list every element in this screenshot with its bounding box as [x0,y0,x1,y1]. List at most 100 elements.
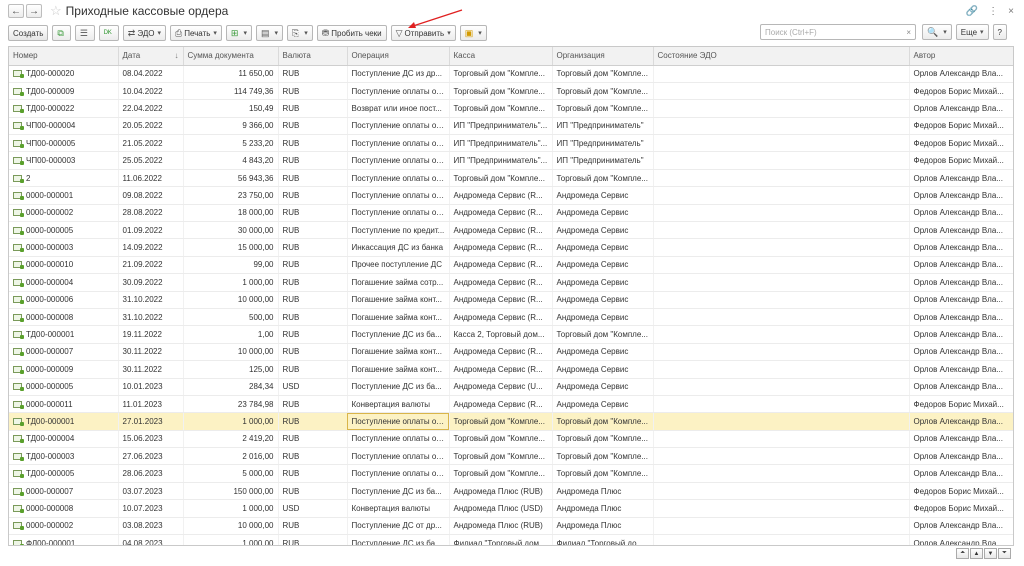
table-cell: 23 784,98 [183,395,279,414]
scroll-up-button[interactable]: ▲ [970,548,983,559]
table-cell: 11.06.2022 [118,169,184,188]
table-cell: Орлов Александр Вла... [909,291,1013,309]
table-cell: Возврат или иное пост... [347,99,450,118]
title-bar: ← → ☆ Приходные кассовые ордера 🔗 ⋮ × [0,0,1024,22]
table-row[interactable]: ТД00-000001 27.01.2023 1 000,00 RUB Поступле… [9,412,1013,431]
table-row[interactable]: 0000-000009 30.11.2022 125,00 RUB Погашение … [9,360,1013,379]
table-row[interactable]: 0000-000003 14.09.2022 15 000,00 RUB Инкасса… [9,238,1013,257]
search-input[interactable]: Поиск (Ctrl+F) × [760,24,916,40]
table-row[interactable]: ЧП00-000005 21.05.2022 5 233,20 RUB Поступле… [9,134,1013,153]
clear-icon[interactable]: × [906,28,911,37]
table-row[interactable]: ТД00-000009 10.04.2022 114 749,36 RUB Поступ… [9,82,1013,101]
column-header[interactable]: Автор [909,47,1013,66]
copy-button[interactable]: ⧉ [52,25,71,41]
scroll-down-button[interactable]: ▼ [984,548,997,559]
debit-credit-button[interactable]: ᴰᴷ [98,25,119,41]
table-cell [653,169,910,188]
table-row[interactable]: ТД00-000001 19.11.2022 1,00 RUB Поступление … [9,325,1013,344]
edo-button[interactable]: ⇄ ЭДО ▾ [122,25,166,41]
posted-document-icon [13,348,24,357]
table-cell: 15.06.2023 [118,430,184,449]
table-row[interactable]: 0000-000001 09.08.2022 23 750,00 RUB Поступл… [9,186,1013,205]
chevron-down-icon: ▾ [447,30,451,37]
more-vertical-icon[interactable]: ⋮ [988,6,998,17]
table-row[interactable]: 0000-000011 11.01.2023 23 784,98 RUB Конверт… [9,395,1013,414]
more-button[interactable]: Еще ▾ [955,24,989,40]
create-based-on-button[interactable]: ⊞ ▾ [225,25,252,41]
column-header[interactable]: Дата ↓ [118,47,184,66]
column-header[interactable]: Валюта [278,47,348,66]
print-button[interactable]: ⎙ Печать ▾ [169,25,222,41]
back-button[interactable]: ← [8,4,24,18]
close-icon[interactable]: × [1008,6,1014,17]
scroll-top-button[interactable]: ⏶ [956,548,969,559]
table-cell: 0000-000011 [9,395,119,414]
folder-button[interactable]: ▣ ▾ [459,25,487,41]
list-button[interactable]: ☰ [74,25,95,41]
link-icon[interactable]: 🔗 [966,6,978,17]
table-row[interactable]: 0000-000002 28.08.2022 18 000,00 RUB Поступл… [9,204,1013,223]
help-button[interactable]: ? [992,24,1007,40]
table-cell [653,151,910,170]
table-cell: RUB [278,117,348,136]
table-cell: 0000-000007 [9,482,119,501]
table-row[interactable]: ТД00-000020 08.04.2022 11 650,00 RUB Поступл… [9,65,1013,83]
column-header[interactable]: Операция [347,47,450,66]
table-row[interactable]: ТД00-000003 27.06.2023 2 016,00 RUB Поступле… [9,447,1013,466]
table-cell: Орлов Александр Вла... [909,360,1013,379]
column-header[interactable]: Организация [552,47,654,66]
column-header[interactable]: Сумма документа [183,47,279,66]
table-cell [653,378,910,396]
table-cell [653,412,910,431]
posted-document-icon [13,104,24,113]
table-row[interactable]: 0000-000007 30.11.2022 10 000,00 RUB Погашен… [9,343,1013,362]
table-cell: Федоров Борис Михай... [909,151,1013,170]
table-row[interactable]: 0000-000004 30.09.2022 1 000,00 RUB Погашени… [9,273,1013,292]
posted-document-icon [13,244,24,253]
table-row[interactable]: ТД00-000022 22.04.2022 150,49 RUB Возврат ил… [9,99,1013,118]
posted-document-icon [13,400,24,409]
forward-button[interactable]: → [26,4,42,18]
table-cell: 11 650,00 [183,65,279,83]
table-row[interactable]: 0000-000008 31.10.2022 500,00 RUB Погашение … [9,308,1013,327]
table-row[interactable]: ЧП00-000004 20.05.2022 9 366,00 RUB Поступле… [9,117,1013,136]
table-cell: Торговый дом "Компле... [552,325,654,344]
table-row[interactable]: 0000-000008 10.07.2023 1 000,00 USD Конверта… [9,499,1013,518]
table-row[interactable]: 2 11.06.2022 56 943,36 RUB Поступление оплат… [9,169,1013,188]
table-cell: Федоров Борис Михай... [909,134,1013,153]
scroll-bottom-button[interactable]: ⏷ [998,548,1011,559]
attachments-button[interactable]: ⎘ ▾ [287,25,313,41]
table-cell: 0000-000006 [9,291,119,309]
table-cell: Федоров Борис Михай... [909,499,1013,518]
table-cell: 03.08.2023 [118,517,184,536]
table-cell: Торговый дом "Компле... [449,464,553,483]
table-cell: Филиал "Торговый дом... [552,534,654,545]
table-row[interactable]: 0000-000005 10.01.2023 284,34 USD Поступлени… [9,378,1013,396]
table-row[interactable]: 0000-000007 03.07.2023 150 000,00 RUB Поступ… [9,482,1013,501]
table-cell: ИП "Предприниматель" [552,134,654,153]
table-row[interactable]: ЧП00-000003 25.05.2022 4 843,20 RUB Поступле… [9,151,1013,170]
send-button[interactable]: ▽ Отправить ▾ [390,25,456,41]
table-row[interactable]: 0000-000002 03.08.2023 10 000,00 RUB Поступл… [9,517,1013,536]
reports-button[interactable]: ▤ ▾ [255,25,284,41]
print-checks-button[interactable]: ⛃ Пробить чеки [316,25,387,41]
column-header[interactable]: Номер [9,47,119,66]
table-cell: Андромеда Сервис (R... [449,256,553,275]
favorite-star-icon[interactable]: ☆ [50,3,62,19]
table-cell: 2 419,20 [183,430,279,449]
column-header[interactable]: Состояние ЭДО [653,47,910,66]
table-row[interactable]: ТД00-000005 28.06.2023 5 000,00 RUB Поступле… [9,464,1013,483]
table-row[interactable]: 0000-000006 31.10.2022 10 000,00 RUB Погашен… [9,291,1013,309]
table-row[interactable]: 0000-000005 01.09.2022 30 000,00 RUB Поступл… [9,221,1013,240]
table-row[interactable]: ТД00-000004 15.06.2023 2 419,20 RUB Поступле… [9,430,1013,449]
table-cell: 10 000,00 [183,291,279,309]
table-row[interactable]: ФЛ00-000001 04.08.2023 1 000,00 RUB Поступле… [9,534,1013,545]
table-cell: ЧП00-000004 [9,117,119,136]
table-cell: Торговый дом "Компле... [552,169,654,188]
create-button[interactable]: Создать [8,25,49,41]
column-header[interactable]: Касса [449,47,553,66]
table-row[interactable]: 0000-000010 21.09.2022 99,00 RUB Прочее пост… [9,256,1013,275]
table-cell: ТД00-000009 [9,82,119,101]
search-button[interactable]: 🔍 ▾ [922,24,952,40]
table-cell [653,204,910,223]
